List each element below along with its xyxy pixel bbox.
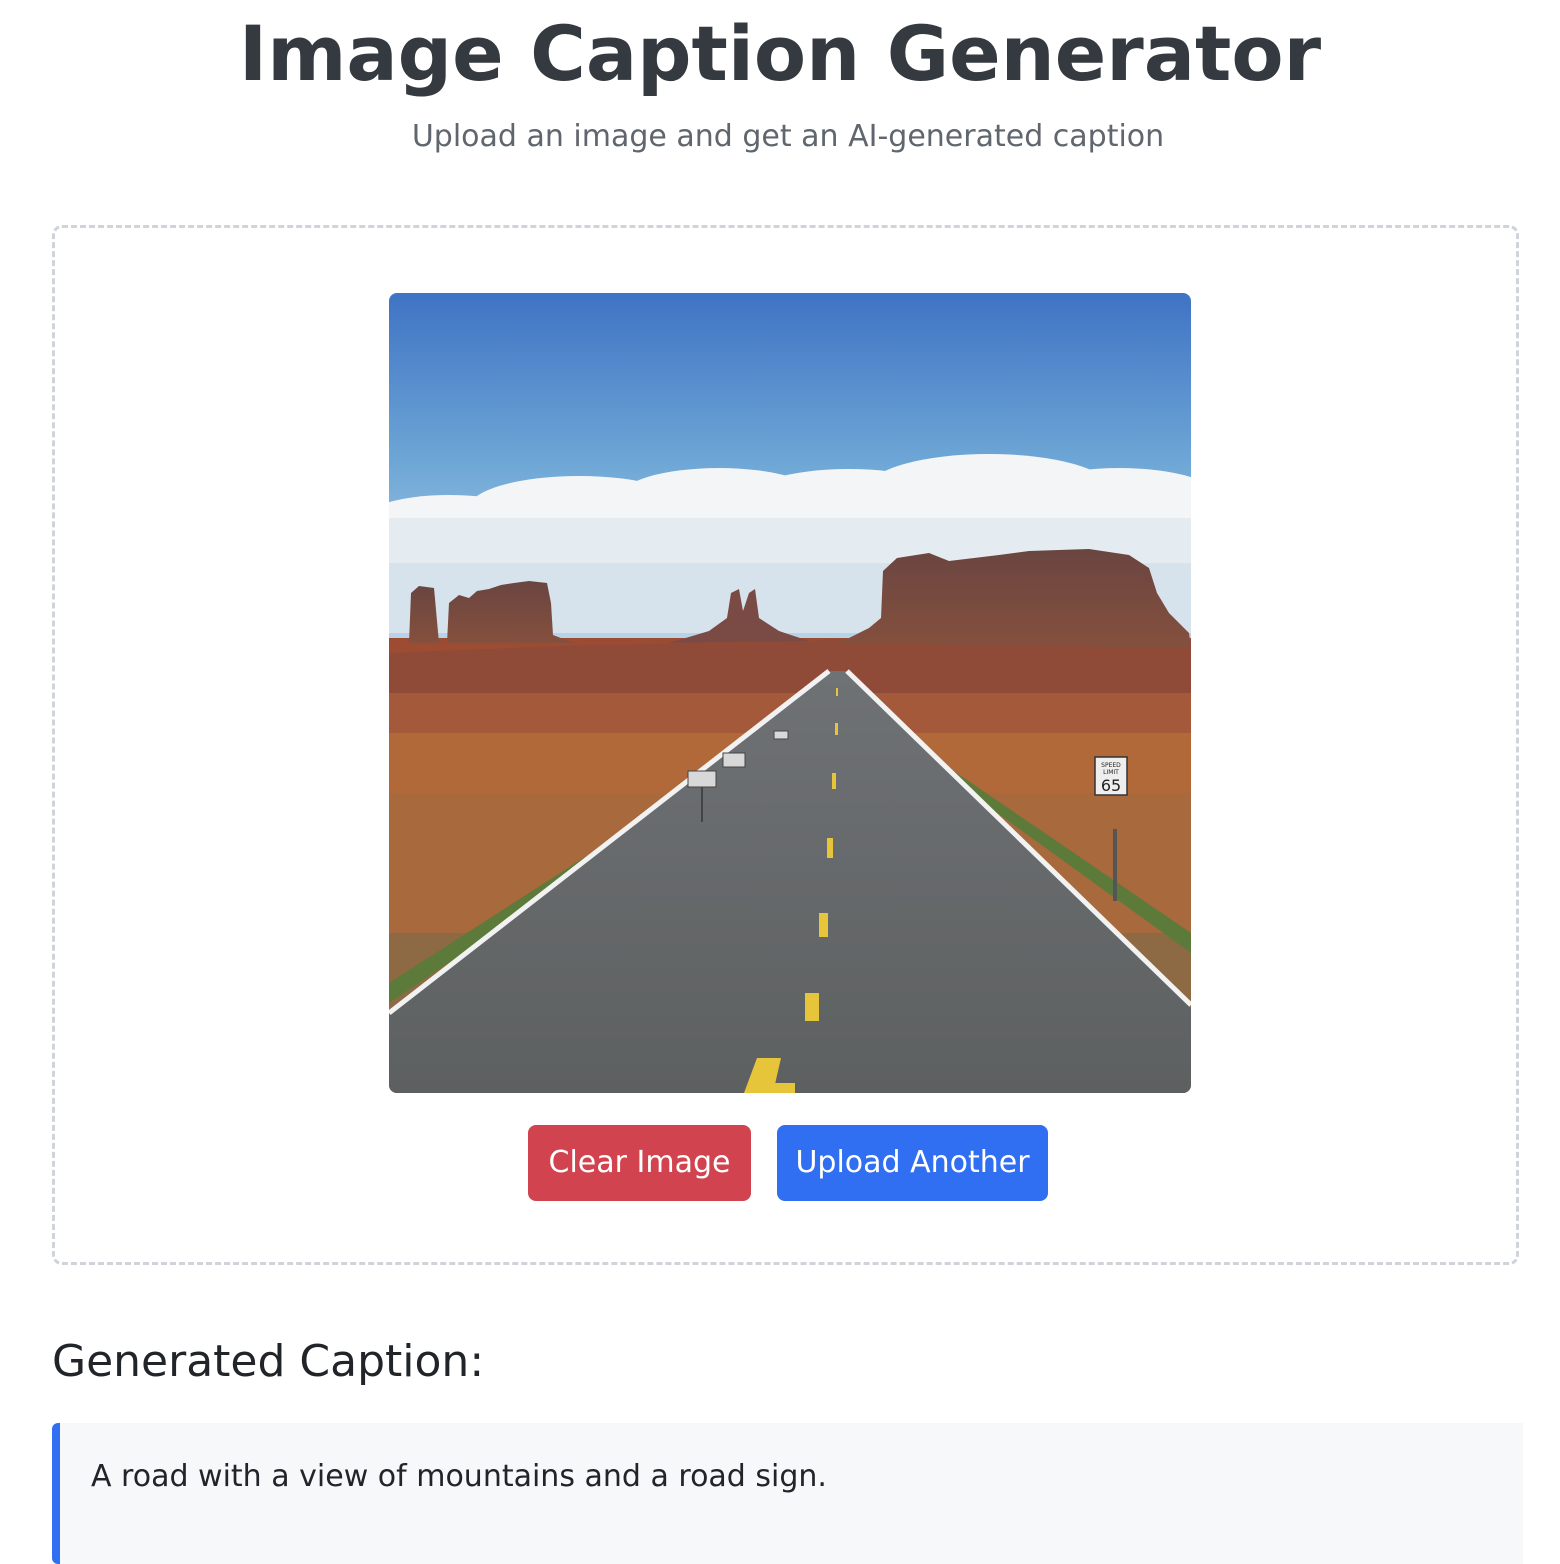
upload-another-button[interactable]: Upload Another xyxy=(777,1125,1048,1201)
caption-result-box: A road with a view of mountains and a ro… xyxy=(52,1423,1523,1564)
generated-caption-heading: Generated Caption: xyxy=(52,1336,485,1387)
road-photo-image: SPEED LIMIT 65 xyxy=(389,293,1191,1093)
sign-number-text: 65 xyxy=(1101,776,1121,795)
page-title: Image Caption Generator xyxy=(238,9,1322,98)
clear-image-button[interactable]: Clear Image xyxy=(528,1125,751,1201)
page-subtitle: Upload an image and get an AI-generated … xyxy=(411,119,1165,154)
upload-dropzone[interactable]: SPEED LIMIT 65 Clear Image Upload Anothe… xyxy=(52,225,1519,1265)
right-mesa xyxy=(839,549,1191,648)
caption-text: A road with a view of mountains and a ro… xyxy=(91,1459,827,1494)
caption-app-page: Image Caption Generator Upload an image … xyxy=(0,0,1560,1564)
sign-limit-text: LIMIT xyxy=(1103,769,1119,776)
sign-speed-text: SPEED xyxy=(1101,762,1121,769)
image-preview: SPEED LIMIT 65 xyxy=(389,293,1191,1093)
